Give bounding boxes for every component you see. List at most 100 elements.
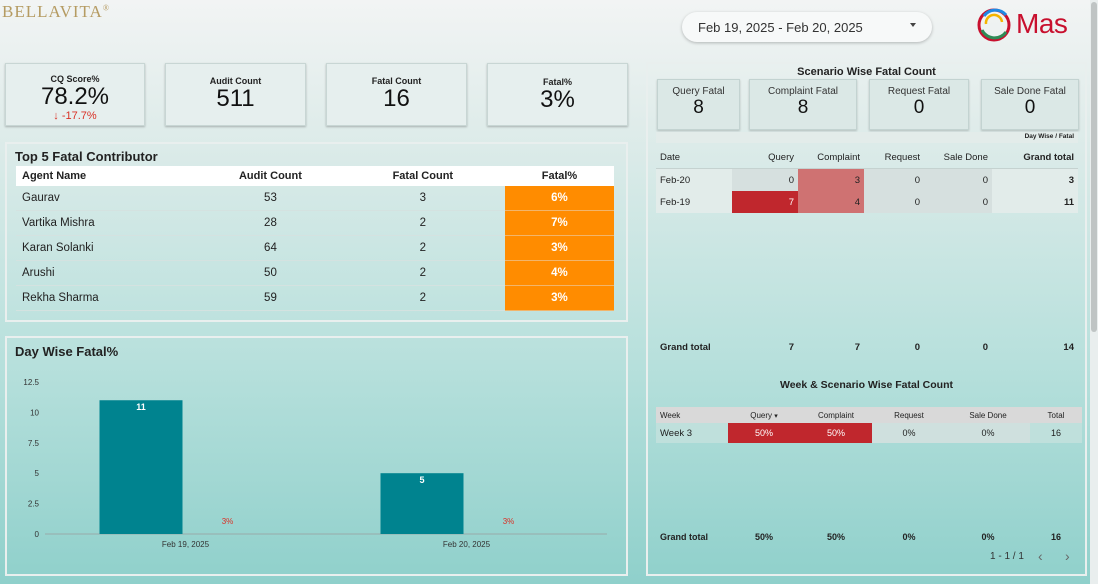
pivot-header-strip: Day Wise / Fatal xyxy=(656,132,1078,143)
cell-fatal: 2 xyxy=(340,285,505,311)
card-value: 0 xyxy=(913,97,925,118)
company-logo: Mas xyxy=(976,4,1088,44)
x-tick-label: Feb 20, 2025 xyxy=(443,540,491,549)
col-query[interactable]: Query ▾ xyxy=(728,407,800,423)
cell-query: 7 xyxy=(788,341,794,353)
table-row: Feb-19 7 4 0 0 11 xyxy=(656,191,1078,213)
fatal-percent-label: 3% xyxy=(222,517,234,526)
kpi-fatal-count: Fatal Count 16 xyxy=(326,63,467,126)
kpi-value: 16 xyxy=(383,85,410,112)
table-row: Arushi 50 2 4% xyxy=(16,260,614,286)
cell-query: 0 xyxy=(788,174,794,186)
scenario-card-query: Query Fatal 8 xyxy=(657,79,740,130)
col-complaint[interactable]: Complaint xyxy=(800,407,872,423)
cell-audit: 28 xyxy=(200,210,341,236)
cell-complaint: 4 xyxy=(798,191,864,213)
cell-audit: 53 xyxy=(200,186,341,211)
scenario-card-complaint: Complaint Fatal 8 xyxy=(749,79,857,130)
cell-complaint: 50% xyxy=(800,423,872,443)
cell-complaint: 3 xyxy=(798,168,864,191)
kpi-audit-count: Audit Count 511 xyxy=(165,63,306,126)
date-range-picker[interactable]: Feb 19, 2025 - Feb 20, 2025 xyxy=(682,12,932,42)
col-sale-done[interactable]: Sale Done xyxy=(924,146,992,169)
cell-agent: Vartika Mishra xyxy=(16,210,201,236)
y-tick-label: 10 xyxy=(30,408,39,417)
col-sale-done[interactable]: Sale Done xyxy=(946,407,1030,423)
table-row: Week 3 50% 50% 0% 0% 16 xyxy=(656,423,1082,443)
cell-date: Feb-20 xyxy=(656,168,732,191)
scrollbar-thumb[interactable] xyxy=(1091,2,1097,332)
week-grand-total-row: Grand total 50% 50% 0% 0% 16 xyxy=(656,527,1082,547)
cell-fatal: 3 xyxy=(340,186,505,211)
sort-desc-icon[interactable]: ▾ xyxy=(774,413,778,420)
cell-agent: Karan Solanki xyxy=(16,235,201,261)
table-header-row: Week Query ▾ Complaint Request Sale Done… xyxy=(656,407,1082,423)
cell-fatal: 2 xyxy=(340,235,505,261)
cell-agent: Arushi xyxy=(16,260,201,286)
col-week[interactable]: Week xyxy=(656,407,728,423)
col-request[interactable]: Request xyxy=(872,407,946,423)
y-tick-label: 0 xyxy=(35,530,40,539)
x-tick-label: Feb 19, 2025 xyxy=(162,540,210,549)
scrollbar-track[interactable] xyxy=(1090,0,1098,584)
cell-agent: Rekha Sharma xyxy=(16,285,201,311)
table-row: Gaurav 53 3 6% xyxy=(16,186,614,211)
cell-fatal: 2 xyxy=(340,210,505,236)
col-request[interactable]: Request xyxy=(864,146,924,169)
cell-fatal-percent: 6% xyxy=(504,186,614,211)
kpi-cq-score: CQ Score% 78.2% ↓ -17.7% xyxy=(5,63,145,126)
cell-grand-label: Grand total xyxy=(660,532,709,542)
pagination-label: 1 - 1 / 1 xyxy=(990,551,1024,562)
table-row: Rekha Sharma 59 2 3% xyxy=(16,285,614,311)
y-tick-label: 12.5 xyxy=(23,378,39,387)
card-value: 8 xyxy=(693,97,704,118)
next-page-icon[interactable]: › xyxy=(1065,548,1070,564)
col-date[interactable]: Date xyxy=(656,146,732,169)
cell-agent: Gaurav xyxy=(16,186,201,211)
date-range-value: Feb 19, 2025 - Feb 20, 2025 xyxy=(698,19,863,35)
top5-table: Agent Name Audit Count Fatal Count Fatal… xyxy=(16,166,614,311)
top5-panel: Top 5 Fatal Contributor Agent Name Audit… xyxy=(5,142,628,322)
cell-total: 16 xyxy=(1030,423,1082,443)
cell-week: Week 3 xyxy=(656,423,728,443)
card-value: 8 xyxy=(797,97,809,118)
cell-audit: 64 xyxy=(200,235,341,261)
col-fatal-percent[interactable]: Fatal% xyxy=(504,166,614,186)
cell-query: 50% xyxy=(728,423,800,443)
pivot-grand-total-row: Grand total 7 7 0 0 14 xyxy=(656,336,1078,358)
table-row: Grand total 7 7 0 0 14 xyxy=(656,336,1078,358)
y-tick-label: 7.5 xyxy=(28,439,40,448)
table-header-row: Agent Name Audit Count Fatal Count Fatal… xyxy=(16,166,614,186)
cell-complaint: 50% xyxy=(826,532,845,542)
scenario-card-sale-done: Sale Done Fatal 0 xyxy=(981,79,1079,130)
cell-audit: 50 xyxy=(200,260,341,286)
top5-title: Top 5 Fatal Contributor xyxy=(15,149,158,164)
cell-request: 0% xyxy=(902,428,916,438)
table-row: Karan Solanki 64 2 3% xyxy=(16,235,614,261)
prev-page-icon[interactable]: ‹ xyxy=(1038,548,1043,564)
card-value: 0 xyxy=(1024,97,1036,118)
day-wise-pivot-table: Date Query Complaint Request Sale Done G… xyxy=(656,146,1078,213)
col-query[interactable]: Query xyxy=(732,146,798,169)
bar-data-label: 11 xyxy=(136,402,146,412)
cell-fatal-percent: 7% xyxy=(504,210,614,236)
cell-request: 0 xyxy=(914,196,920,208)
cell-request: 0 xyxy=(914,341,920,353)
col-total[interactable]: Total xyxy=(1030,407,1082,423)
cell-sale-done: 0 xyxy=(982,174,988,186)
cell-date: Feb-19 xyxy=(656,191,732,213)
col-agent-name[interactable]: Agent Name xyxy=(16,166,201,186)
col-fatal-count[interactable]: Fatal Count xyxy=(340,166,505,186)
cell-query: 7 xyxy=(732,191,798,213)
scenario-panel: Scenario Wise Fatal Count Query Fatal 8 … xyxy=(646,62,1087,576)
brand-logo: BELLAVITA® xyxy=(2,2,110,21)
col-audit-count[interactable]: Audit Count xyxy=(200,166,341,186)
col-grand-total[interactable]: Grand total xyxy=(992,146,1078,169)
cell-sale-done: 0% xyxy=(981,428,995,438)
kpi-value: 511 xyxy=(216,85,255,112)
scenario-card-request: Request Fatal 0 xyxy=(869,79,969,130)
cell-total: 16 xyxy=(1050,532,1061,542)
cell-complaint: 7 xyxy=(854,341,860,353)
col-complaint[interactable]: Complaint xyxy=(798,146,864,169)
day-wise-bar-chart: 12.5 10 7.5 5 2.5 0 11 3% Feb 19, 2025 5 3% Feb 20,… xyxy=(23,378,607,549)
